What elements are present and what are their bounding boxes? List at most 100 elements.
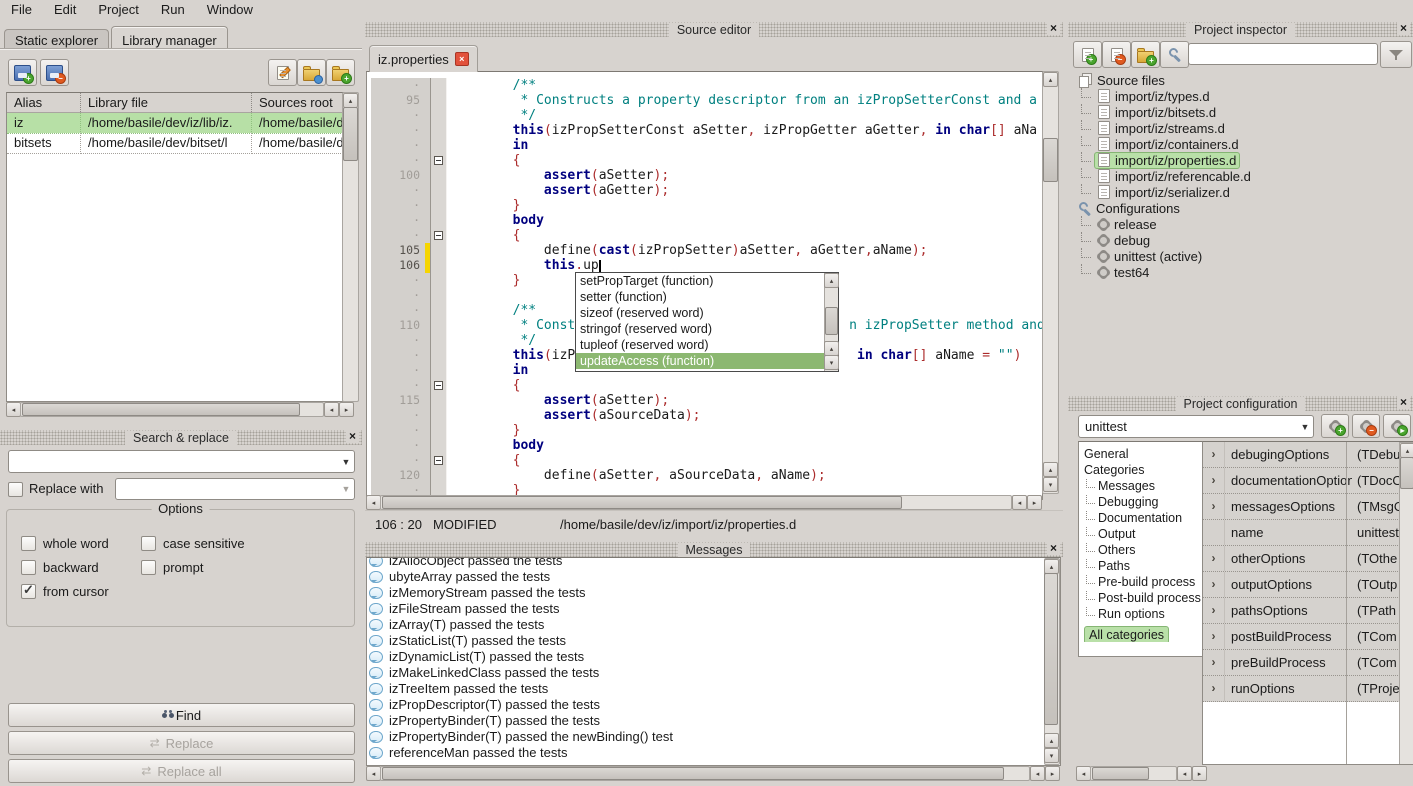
tree-node[interactable]: release — [1094, 216, 1161, 233]
messages-vscroll-thumb[interactable] — [1044, 573, 1058, 725]
code-line[interactable]: · { — [367, 228, 1042, 243]
completion-scrollbar[interactable]: ▴ ▴ ▾ — [824, 273, 838, 371]
tree-item-unittest-active-[interactable]: unittest (active) — [1074, 248, 1410, 264]
messages-hscroll-left[interactable]: ◂ — [366, 766, 381, 781]
grid-expander[interactable]: › — [1203, 442, 1225, 467]
library-column-alias[interactable]: Alias — [7, 93, 81, 112]
menu-item-edit[interactable]: Edit — [43, 0, 87, 20]
config-hscroll-left[interactable]: ◂ — [1076, 766, 1091, 781]
code-line[interactable]: 115 assert(aSetter); — [367, 393, 1042, 408]
messages-hscroll-left2[interactable]: ◂ — [1030, 766, 1045, 781]
category-paths[interactable]: Paths — [1084, 558, 1203, 574]
checkbox-whole-word[interactable] — [21, 536, 36, 551]
editor-vscroll-thumb[interactable] — [1043, 138, 1058, 182]
completion-scroll-up[interactable]: ▴ — [824, 273, 839, 288]
message-row[interactable]: izArray(T) passed the tests — [367, 617, 1060, 633]
code-line[interactable]: · body — [367, 438, 1042, 453]
grid-vscroll[interactable] — [1399, 442, 1413, 765]
message-row[interactable]: izPropertyBinder(T) passed the tests — [367, 713, 1060, 729]
category-output[interactable]: Output — [1084, 526, 1203, 542]
category-messages[interactable]: Messages — [1084, 478, 1203, 494]
tree-item-debug[interactable]: debug — [1074, 232, 1410, 248]
fold-collapse-icon[interactable] — [434, 156, 443, 165]
code-line[interactable]: · body — [367, 213, 1042, 228]
find-button[interactable]: Find — [8, 703, 355, 727]
editor-vscroll-down[interactable]: ▾ — [1043, 477, 1058, 492]
add-library-folder-button[interactable]: + — [326, 59, 355, 86]
category-debugging[interactable]: Debugging — [1084, 494, 1203, 510]
remove-config-button[interactable]: − — [1352, 414, 1380, 438]
project-tools-button[interactable] — [1160, 41, 1189, 68]
option-whole-word[interactable]: whole word — [21, 536, 141, 551]
code-line[interactable]: · in — [367, 138, 1042, 153]
completion-item[interactable]: stringof (reserved word) — [576, 321, 824, 337]
completion-scroll-up2[interactable]: ▴ — [824, 341, 839, 356]
grid-row-postBuildProcess[interactable]: ›postBuildProcess(TCom — [1203, 624, 1413, 650]
message-row[interactable]: izFileStream passed the tests — [367, 601, 1060, 617]
library-hscroll-left2[interactable]: ◂ — [324, 402, 339, 417]
config-hscroll-left2[interactable]: ◂ — [1177, 766, 1192, 781]
grid-expander[interactable]: › — [1203, 468, 1225, 493]
library-row-iz[interactable]: iz/home/basile/dev/iz/lib/iz./home/basil… — [7, 113, 343, 133]
code-line[interactable]: · assert(aGetter); — [367, 183, 1042, 198]
remove-source-button[interactable]: − — [1102, 41, 1131, 68]
completion-item[interactable]: tupleof (reserved word) — [576, 337, 824, 353]
filter-button[interactable] — [1380, 41, 1412, 68]
editor-tab[interactable]: iz.properties × — [369, 45, 478, 72]
tree-node[interactable]: import/iz/bitsets.d — [1094, 104, 1220, 121]
grid-expander[interactable]: › — [1203, 676, 1225, 701]
menu-item-run[interactable]: Run — [150, 0, 196, 20]
replace-with-checkbox[interactable] — [8, 482, 23, 497]
completion-scroll-down[interactable]: ▾ — [824, 355, 839, 370]
category-run-options[interactable]: Run options — [1084, 606, 1203, 622]
fold-collapse-icon[interactable] — [434, 456, 443, 465]
remove-library-button[interactable]: − — [40, 59, 69, 86]
grid-row-name[interactable]: nameunittest — [1203, 520, 1413, 546]
option-case-sensitive[interactable]: case sensitive — [141, 536, 354, 551]
code-line[interactable]: 95 * Constructs a property descriptor fr… — [367, 93, 1042, 108]
grid-row-documentationOptions[interactable]: ›documentationOptions(TDocO — [1203, 468, 1413, 494]
grid-expander[interactable]: › — [1203, 546, 1225, 571]
checkbox-prompt[interactable] — [141, 560, 156, 575]
clone-config-button[interactable]: ▸ — [1383, 414, 1411, 438]
tree-node[interactable]: import/iz/types.d — [1094, 88, 1214, 105]
checkbox-backward[interactable] — [21, 560, 36, 575]
message-row[interactable]: izDynamicList(T) passed the tests — [367, 649, 1060, 665]
library-row-bitsets[interactable]: bitsets/home/basile/dev/bitset/l/home/ba… — [7, 133, 343, 153]
editor-hscroll-left[interactable]: ◂ — [366, 495, 381, 510]
project-configuration-close-icon[interactable]: × — [1397, 395, 1410, 409]
grid-expander[interactable]: › — [1203, 572, 1225, 597]
grid-expander[interactable]: › — [1203, 494, 1225, 519]
completion-item[interactable]: updateAccess (function) — [576, 353, 824, 369]
tree-item-import-iz-bitsets-d[interactable]: import/iz/bitsets.d — [1074, 104, 1410, 120]
tree-item-import-iz-referencable-d[interactable]: import/iz/referencable.d — [1074, 168, 1410, 184]
grid-row-preBuildProcess[interactable]: ›preBuildProcess(TCom — [1203, 650, 1413, 676]
code-line[interactable]: · assert(aSourceData); — [367, 408, 1042, 423]
replace-dropdown-chevron-icon[interactable]: ▼ — [338, 484, 354, 494]
completion-item[interactable]: sizeof (reserved word) — [576, 305, 824, 321]
tree-item-import-iz-streams-d[interactable]: import/iz/streams.d — [1074, 120, 1410, 136]
category-categories[interactable]: Categories — [1084, 462, 1203, 478]
tree-node[interactable]: Configurations — [1074, 200, 1184, 217]
message-row[interactable]: izAllocObject passed the tests — [367, 557, 1060, 569]
search-close-icon[interactable]: × — [346, 429, 359, 443]
editor-vscroll-up2[interactable]: ▴ — [1043, 462, 1058, 477]
grid-row-debugingOptions[interactable]: ›debugingOptions(TDebu — [1203, 442, 1413, 468]
grid-expander[interactable] — [1203, 520, 1225, 545]
editor-vscroll-up[interactable]: ▴ — [1043, 72, 1058, 87]
search-input[interactable]: ▼ — [8, 450, 355, 473]
code-line[interactable]: 105 define(cast(izPropSetter)aSetter, aG… — [367, 243, 1042, 258]
code-line[interactable]: · { — [367, 378, 1042, 393]
category-general[interactable]: General — [1084, 446, 1203, 462]
tree-item-configurations[interactable]: Configurations — [1074, 200, 1410, 216]
inspector-filter-input[interactable] — [1188, 43, 1378, 65]
fold-collapse-icon[interactable] — [434, 231, 443, 240]
tree-node[interactable]: test64 — [1094, 264, 1153, 281]
tree-item-import-iz-properties-d[interactable]: import/iz/properties.d — [1074, 152, 1410, 168]
close-tab-icon[interactable]: × — [455, 52, 469, 66]
grid-row-outputOptions[interactable]: ›outputOptions(TOutp — [1203, 572, 1413, 598]
messages-vscroll-up2[interactable]: ▴ — [1044, 733, 1059, 748]
category-documentation[interactable]: Documentation — [1084, 510, 1203, 526]
code-line[interactable]: · this(izPropSetterConst aSetter, izProp… — [367, 123, 1042, 138]
grid-row-otherOptions[interactable]: ›otherOptions(TOthe — [1203, 546, 1413, 572]
